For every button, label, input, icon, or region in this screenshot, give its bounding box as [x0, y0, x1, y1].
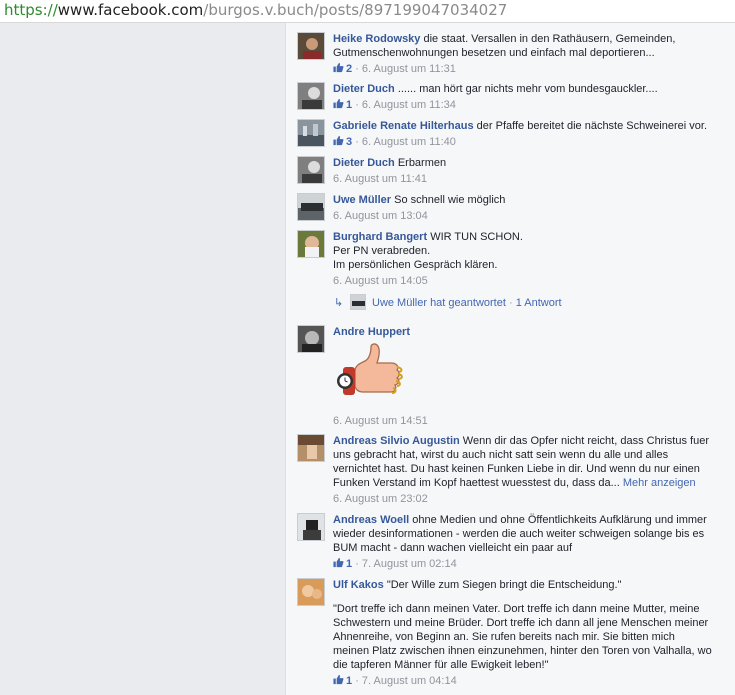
comment-author[interactable]: Uwe Müller: [333, 194, 391, 206]
separator-dot: ·: [355, 136, 359, 148]
page-background: [0, 23, 285, 695]
reply-thread-link[interactable]: ↳ Uwe Müller hat geantwortet · 1 Antwort: [334, 294, 714, 310]
avatar[interactable]: [297, 156, 325, 184]
comment-author[interactable]: Dieter Duch: [333, 157, 395, 169]
url-scheme: https://: [4, 1, 58, 19]
separator-dot: ·: [355, 558, 359, 570]
like-icon: [333, 98, 344, 109]
comment-timestamp[interactable]: 7. August um 04:14: [362, 675, 457, 687]
comment-timestamp[interactable]: 6. August um 11:31: [362, 63, 456, 75]
comment-timestamp[interactable]: 7. August um 02:14: [362, 558, 457, 570]
comment-timestamp[interactable]: 6. August um 11:34: [362, 99, 456, 111]
comment-text-line-2: Per PN verabreden.: [333, 245, 431, 257]
separator-dot: ·: [508, 297, 513, 309]
comment-author[interactable]: Andre Huppert: [333, 326, 410, 338]
comment-timestamp[interactable]: 6. August um 14:05: [333, 275, 428, 287]
comment-timestamp[interactable]: 6. August um 11:40: [362, 136, 456, 148]
avatar[interactable]: [297, 513, 325, 541]
like-count[interactable]: 1: [333, 98, 353, 111]
comment-text: Erbarmen: [397, 157, 447, 169]
like-icon: [333, 557, 344, 568]
like-count[interactable]: 1: [333, 557, 353, 570]
avatar[interactable]: [297, 193, 325, 221]
comment-text: ...... man hört gar nichts mehr vom bund…: [397, 83, 658, 95]
comment-quote: "Dort treffe ich dann meinen Vater. Dort…: [333, 603, 712, 671]
comment-timestamp[interactable]: 6. August um 11:41: [333, 173, 427, 185]
comment-author[interactable]: Ulf Kakos: [333, 579, 384, 591]
like-number: 2: [346, 63, 353, 75]
comment-author[interactable]: Andreas Silvio Augustin: [333, 435, 460, 447]
show-more-link[interactable]: Mehr anzeigen: [623, 477, 696, 489]
comment-timestamp[interactable]: 6. August um 23:02: [333, 493, 428, 505]
comment-author[interactable]: Andreas Woell: [333, 514, 409, 526]
address-bar[interactable]: https://www.facebook.com/burgos.v.buch/p…: [0, 0, 735, 23]
avatar[interactable]: [297, 119, 325, 147]
like-number: 1: [346, 675, 353, 687]
comment-author[interactable]: Gabriele Renate Hilterhaus: [333, 120, 474, 132]
comment-author[interactable]: Burghard Bangert: [333, 231, 427, 243]
like-count[interactable]: 3: [333, 135, 353, 148]
reply-avatar: [350, 294, 366, 310]
separator-dot: ·: [355, 99, 359, 111]
comment-text-line-3: Im persönlichen Gespräch klären.: [333, 259, 498, 271]
separator-dot: ·: [355, 675, 359, 687]
avatar[interactable]: [297, 434, 325, 462]
thumbs-up-watch-sticker: [337, 343, 403, 395]
like-icon: [333, 62, 344, 73]
comment-author[interactable]: Dieter Duch: [333, 83, 395, 95]
avatar[interactable]: [297, 82, 325, 110]
like-number: 1: [346, 558, 353, 570]
like-count[interactable]: 1: [333, 674, 353, 687]
avatar[interactable]: [297, 32, 325, 60]
comment-text: "Der Wille zum Siegen bringt die Entsche…: [386, 579, 622, 591]
url-path: /burgos.v.buch/posts/897199047034027: [203, 1, 508, 19]
url-host: www.facebook.com: [57, 1, 204, 19]
like-count[interactable]: 2: [333, 62, 353, 75]
reply-count: 1 Antwort: [515, 297, 562, 309]
separator-dot: ·: [355, 63, 359, 75]
avatar[interactable]: [297, 325, 325, 353]
like-icon: [333, 674, 344, 685]
comment-text: So schnell wie möglich: [394, 194, 506, 206]
like-icon: [333, 135, 344, 146]
reply-label: Uwe Müller hat geantwortet: [372, 297, 506, 309]
like-number: 1: [346, 99, 353, 111]
comment-text: der Pfaffe bereitet die nächste Schweine…: [476, 120, 707, 132]
comment-author[interactable]: Heike Rodowsky: [333, 33, 420, 45]
comment-text-line-1: WIR TUN SCHON.: [430, 231, 523, 243]
comment-timestamp[interactable]: 6. August um 14:51: [333, 415, 428, 427]
like-number: 3: [346, 136, 353, 148]
avatar[interactable]: [297, 578, 325, 606]
reply-arrow-icon: ↳: [334, 297, 344, 309]
avatar[interactable]: [297, 230, 325, 258]
comment-timestamp[interactable]: 6. August um 13:04: [333, 210, 428, 222]
